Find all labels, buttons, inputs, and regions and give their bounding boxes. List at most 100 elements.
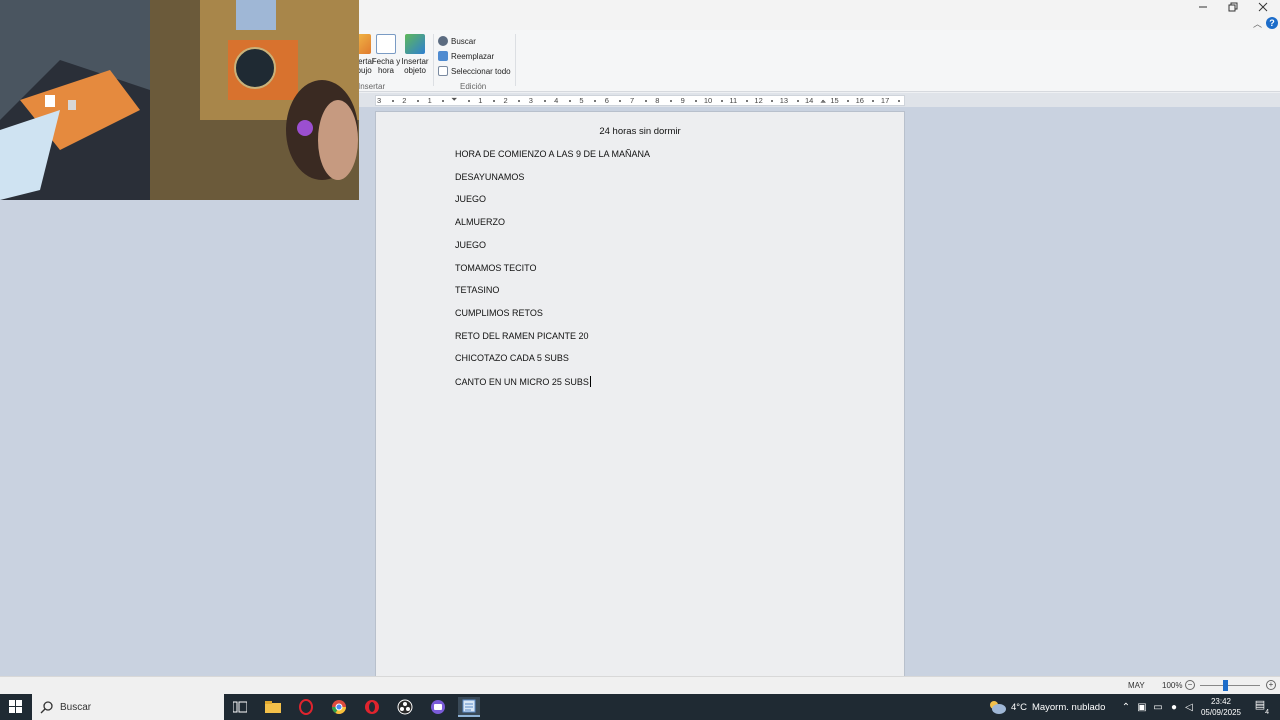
document-line: JUEGO: [455, 194, 487, 205]
ruler-number: 14: [805, 96, 814, 105]
replace-button[interactable]: Reemplazar: [438, 51, 494, 61]
taskbar-search[interactable]: [32, 694, 224, 720]
zoom-slider-thumb[interactable]: [1222, 680, 1228, 691]
tray-overflow-button[interactable]: ⌃: [1120, 700, 1132, 714]
notification-icon: ▤: [1254, 699, 1266, 711]
ruler-tick: [543, 100, 546, 102]
network-icon: ▭: [1153, 701, 1163, 713]
ruler-number: 10: [703, 96, 713, 105]
calendar-clock-icon: [376, 34, 396, 54]
microphone-button[interactable]: ●: [1168, 700, 1180, 714]
search-input[interactable]: [60, 701, 210, 713]
document-line: HORA DE COMIENZO A LAS 9 DE LA MAÑANA: [455, 149, 651, 159]
streaming-app-button[interactable]: [427, 697, 449, 717]
folder-icon: [265, 701, 281, 713]
ruler-tick: [695, 100, 698, 102]
ruler-number: 5: [579, 96, 584, 105]
ruler-number: 17: [880, 96, 890, 105]
indent-marker-icon[interactable]: ⏷: [451, 96, 457, 104]
binoculars-icon: [438, 36, 448, 46]
wordpad-icon: [462, 699, 476, 713]
task-view-icon: [233, 701, 247, 713]
object-icon: [405, 34, 425, 54]
ruler-tick: [796, 100, 799, 102]
ruler-tick: [644, 100, 647, 102]
ruler-number: 4: [554, 96, 559, 105]
zoom-out-button[interactable]: −: [1185, 680, 1195, 690]
document-line: JUEGO: [455, 239, 487, 250]
date-time-button[interactable]: Fecha y hora: [371, 34, 401, 75]
ruler-tick: [771, 100, 774, 102]
chevron-up-icon: ︿: [1252, 19, 1262, 29]
zoom-slider-track[interactable]: [1200, 685, 1260, 686]
search-icon: [40, 701, 53, 714]
ruler[interactable]: ⏷ ⏶ 3211234567891011121314151617: [375, 95, 905, 106]
start-button[interactable]: [0, 694, 32, 720]
minimize-icon: [1199, 6, 1207, 8]
network-button[interactable]: ▭: [1152, 700, 1164, 714]
group-label-insert: Insertar: [358, 82, 386, 91]
opera-button[interactable]: [361, 697, 383, 717]
task-view-button[interactable]: [229, 697, 251, 717]
system-clock[interactable]: 23:42 05/09/2025: [1196, 696, 1246, 718]
text-caret: [589, 376, 591, 387]
insert-object-button[interactable]: Insertar objeto: [400, 34, 430, 75]
ruler-number: 7: [630, 96, 635, 105]
ruler-tick: [467, 100, 470, 102]
ruler-tick: [821, 100, 824, 102]
help-button[interactable]: ?: [1266, 17, 1278, 29]
weather-widget[interactable]: 4°C Mayorm. nublado: [988, 694, 1105, 720]
select-all-label: Seleccionar todo: [451, 66, 511, 76]
opera-icon: [365, 700, 379, 714]
ruler-number: 2: [402, 96, 407, 105]
ruler-tick: [847, 100, 850, 102]
ruler-number: 3: [528, 96, 533, 105]
select-all-icon: [438, 66, 448, 76]
minimize-button[interactable]: [1188, 0, 1218, 14]
clock-date: 05/09/2025: [1200, 708, 1242, 717]
document-page[interactable]: 24 horas sin dormir HORA DE COMIENZO A L…: [375, 111, 905, 676]
webcam-overlay: [0, 0, 359, 200]
taskbar: 4°C Mayorm. nublado ⌃ ▣ ▭ ● ◁ 23:42 05/0…: [0, 694, 1280, 720]
ruler-tick: [594, 100, 597, 102]
wordpad-button[interactable]: [458, 697, 480, 717]
ruler-number: 1: [427, 96, 432, 105]
chrome-icon: [332, 700, 346, 714]
zoom-level: 100%: [1162, 681, 1183, 690]
document-line: CHICOTAZO CADA 5 SUBS: [455, 353, 569, 364]
volume-button[interactable]: ◁: [1183, 700, 1195, 714]
insert-object-label: Insertar objeto: [401, 57, 429, 75]
ribbon-separator: [515, 34, 516, 86]
document-line: TOMAMOS TECITO: [455, 262, 537, 273]
chevron-up-icon: ⌃: [1121, 701, 1131, 713]
close-button[interactable]: [1248, 0, 1278, 14]
obs-button[interactable]: [394, 697, 416, 717]
ribbon-separator: [433, 34, 434, 86]
select-all-button[interactable]: Seleccionar todo: [438, 66, 511, 76]
chrome-button[interactable]: [328, 697, 350, 717]
opera-gx-button[interactable]: [295, 697, 317, 717]
restore-button[interactable]: [1218, 0, 1248, 14]
ruler-tick: [619, 100, 622, 102]
status-bar: MAY 100% − +: [0, 676, 1280, 694]
restore-icon: [1228, 2, 1238, 12]
find-button[interactable]: Buscar: [438, 36, 476, 46]
ruler-number: 11: [729, 96, 738, 105]
zoom-in-button[interactable]: +: [1266, 680, 1276, 690]
ribbon-collapse-button[interactable]: ︿: [1253, 17, 1262, 30]
ruler-tick: [872, 100, 875, 102]
ruler-tick: [442, 100, 445, 102]
ruler-tick: [745, 100, 748, 102]
file-explorer-button[interactable]: [262, 697, 284, 717]
ruler-tick: [417, 100, 420, 102]
close-icon: [1258, 2, 1268, 12]
weather-description: Mayorm. nublado: [1031, 701, 1106, 713]
date-time-label: Fecha y hora: [371, 57, 401, 75]
notification-count: 4: [1265, 709, 1269, 716]
ruler-number: 15: [830, 96, 839, 105]
meet-now-button[interactable]: ▣: [1136, 700, 1148, 714]
ruler-tick: [492, 100, 495, 102]
notification-center-button[interactable]: ▤ 4: [1250, 698, 1270, 716]
microphone-icon: ●: [1170, 701, 1178, 713]
document-line: DESAYUNAMOS: [455, 171, 525, 182]
